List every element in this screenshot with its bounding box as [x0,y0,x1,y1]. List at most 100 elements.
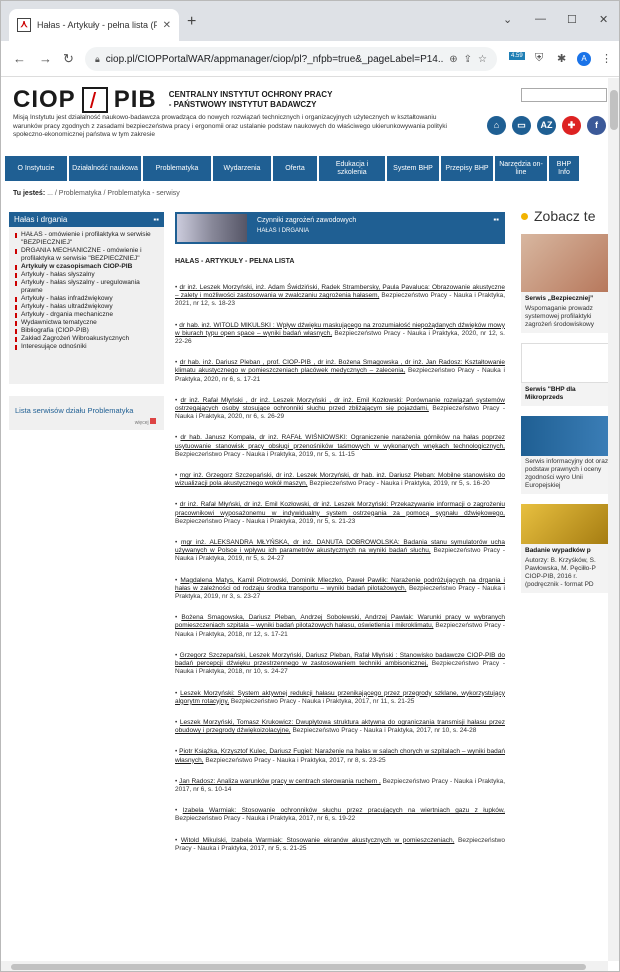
address-bar[interactable]: 🔒︎ ciop.pl/CIOPPortalWAR/appmanager/ciop… [85,47,497,71]
sidebar-item[interactable]: Wydawnictwa tematyczne [15,319,158,327]
chat-icon[interactable]: ▭ [512,116,531,135]
article-item: • Bożena Smagowska, Dariusz Pleban, Andr… [175,614,505,639]
article-item: • Jan Radosz: Analiza warunków pracy w c… [175,778,505,794]
article-item: • dr hab. Janusz Kompała, dr inż. RAFAŁ … [175,434,505,459]
card-title: Serwis "BHP dla Mikroprzeds [525,386,576,401]
sidebar-item[interactable]: Artykuły - hałas słyszalny [15,271,158,279]
sidebar-item[interactable]: Artykuły w czasopismach CIOP-PIB [15,263,158,271]
article-item: • Leszek Morzyński, Tomasz Krukowicz: Dw… [175,719,505,735]
banner-subtitle: HAŁAS I DRGANIA [257,228,310,234]
breadcrumb-label: Tu jesteś: [13,190,46,197]
promo-card[interactable]: Serwis "BHP dla Mikroprzeds [521,343,608,406]
article-item: • Leszek Morzyński: System aktywnej redu… [175,690,505,706]
puzzle-extensions-icon[interactable]: ✱ [557,52,566,65]
horizontal-scrollbar[interactable] [1,961,608,971]
reload-icon[interactable]: ↻ [63,51,74,67]
tab-search-icon[interactable]: ⌄ [503,13,512,26]
sidebar-item[interactable]: Zakład Zagrożeń Wibroakustycznych [15,335,158,343]
article-item: • Grzegorz Szczepański, Leszek Morzyński… [175,652,505,677]
nav-item[interactable]: Narzędzia on-line [495,156,547,181]
promo-card[interactable]: Serwis „Bezpieczniej” Wspomaganie prowad… [521,234,608,333]
new-tab-icon[interactable]: + [187,13,196,31]
home-icon[interactable]: ⌂ [487,116,506,135]
profile-avatar[interactable]: A [577,52,591,66]
nav-item[interactable]: Działalność naukowa [69,156,141,181]
nav-item[interactable]: Wydarzenia [213,156,271,181]
article-link[interactable]: dr hab. Janusz Kompała, dr inż. RAFAŁ WI… [175,434,505,449]
bullet: • [175,807,183,815]
article-item: • dr inż. Leszek Morzyński, inż. Adam Św… [175,284,505,309]
banner-controls-icon[interactable]: ▪▪ [493,215,499,224]
article-source: Bezpieczeństwo Pracy - Nauka i Praktyka,… [205,756,386,764]
nav-item[interactable]: Edukacja i szkolenia [319,156,385,181]
article-link[interactable]: Jan Radosz: Analiza warunków pracy w cen… [179,778,381,785]
card-image [521,234,608,292]
more-link[interactable]: więcej [135,418,156,426]
sidebar-header: Hałas i drgania ▪▪ [9,212,164,227]
back-icon[interactable]: ← [13,51,26,66]
sidebar-item[interactable]: Interesujące odnośniki [15,343,158,351]
a-z-icon[interactable]: AZ [537,116,556,135]
article-item: • mgr inż. Grzegorz Szczepański, dr inż.… [175,472,505,488]
sidebar-item[interactable]: Artykuły - hałas słyszalny - uregulowani… [15,279,158,295]
sidebar-item[interactable]: DRGANIA MECHANICZNE - omówienie i profil… [15,247,158,263]
institute-description: Misją Instytutu jest działalność naukowo… [13,114,447,138]
promo-card[interactable]: Serwis informacyjny dot oraz podstaw pra… [521,416,608,494]
article-link[interactable]: dr inż. Rafał Młyński, dr inż. Emil Kozł… [175,501,505,516]
header-icons: ⌂ ▭ AZ ✚ f [487,116,606,135]
institute-name: CENTRALNY INSTYTUT OCHRONY PRACY - PAŃSTW… [168,90,333,109]
nav-item[interactable]: Oferta [273,156,317,181]
article-source: Bezpieczeństwo Pracy - Nauka i Praktyka,… [175,450,355,458]
sidebar-item[interactable]: HAŁAS - omówienie i profilaktyka w serwi… [15,231,158,247]
site-search-input[interactable] [521,88,607,102]
minimize-icon[interactable]: — [535,13,546,25]
article-item: • Magdalena Matys, Kamil Piotrowski, Dom… [175,577,505,602]
bullet-icon [521,212,528,220]
nav-item[interactable]: System BHP [387,156,439,181]
shield-extension-icon[interactable]: ⛨ [535,52,543,65]
nav-item[interactable]: Przepisy BHP [441,156,493,181]
tab-bar: ⋏ Hałas - Artykuły - pełna lista (Pr... … [1,1,619,41]
article-item: • dr inż. Rafał Młyński, dr inż. Emil Ko… [175,501,505,526]
breadcrumb: Tu jesteś: ... / Problematyka / Problema… [13,190,180,197]
list-services-link[interactable]: Lista serwisów działu Problematyka [15,406,133,415]
main-navigation: O Instytucie Działalność naukowa Problem… [1,156,608,181]
nav-item[interactable]: Problematyka [143,156,211,181]
close-tab-icon[interactable]: ✕ [163,20,171,31]
sidebar-item[interactable]: Artykuły - drgania mechaniczne [15,311,158,319]
breadcrumb-path[interactable]: ... / Problematyka / Problematyka - serw… [47,190,180,197]
share-icon[interactable]: ⇪ [464,54,472,65]
logo-mark-icon [81,87,108,113]
zoom-icon[interactable]: ⊕ [449,54,457,65]
vertical-scrollbar[interactable] [608,78,619,961]
uk-flag-icon[interactable]: ✚ [562,116,581,135]
promo-card[interactable]: Badanie wypadków p Autorzy: B. Krzyśków,… [521,504,608,593]
article-item: • dr hab. inż. Dariusz Pleban , prof. CI… [175,359,505,384]
extension-counter-badge[interactable]: 4.59 [509,52,525,60]
facebook-icon[interactable]: f [587,116,606,135]
forward-icon[interactable]: → [39,51,52,66]
article-item: • Izabela Warmiak: Stosowanie ochronnikó… [175,807,505,823]
address-bar-row: ← → ↻ 🔒︎ ciop.pl/CIOPPortalWAR/appmanage… [1,41,619,77]
menu-kebab-icon[interactable]: ⋮ [601,52,612,65]
close-window-icon[interactable]: ✕ [599,13,608,26]
sidebar-item[interactable]: Artykuły - hałas infradźwiękowy [15,295,158,303]
bookmark-star-icon[interactable]: ☆ [478,54,487,65]
nav-item[interactable]: O Instytucie [5,156,67,181]
card-title: Serwis „Bezpieczniej” [525,295,594,302]
browser-tab[interactable]: ⋏ Hałas - Artykuły - pełna lista (Pr... … [9,9,179,41]
logo-ciop: CIOP [13,86,76,113]
nav-item[interactable]: BHP Info [549,156,579,181]
content-title: HAŁAS - ARTYKUŁY - PEŁNA LISTA [175,258,295,265]
ciop-logo[interactable]: CIOP PIB CENTRALNY INSTYTUT OCHRONY PRAC… [13,86,332,114]
url-text: ciop.pl/CIOPPortalWAR/appmanager/ciop/pl… [105,53,444,65]
card-desc: Autorzy: B. Krzyśków, S. Pawłowska, M. P… [525,557,596,588]
card-image [521,343,608,383]
article-link[interactable]: Witold Mikulski, Izabela Warmiak: Stosow… [181,837,455,844]
sidebar-item[interactable]: Artykuły - hałas ultradźwiękowy [15,303,158,311]
maximize-icon[interactable]: ☐ [567,13,577,26]
sidebar-controls-icon[interactable]: ▪▪ [153,215,159,224]
sidebar-item[interactable]: Bibliografia (CIOP-PIB) [15,327,158,335]
article-link[interactable]: Izabela Warmiak: Stosowanie ochronników … [183,807,505,814]
sidebar-menu: Hałas i drgania ▪▪ HAŁAS - omówienie i p… [9,212,164,384]
